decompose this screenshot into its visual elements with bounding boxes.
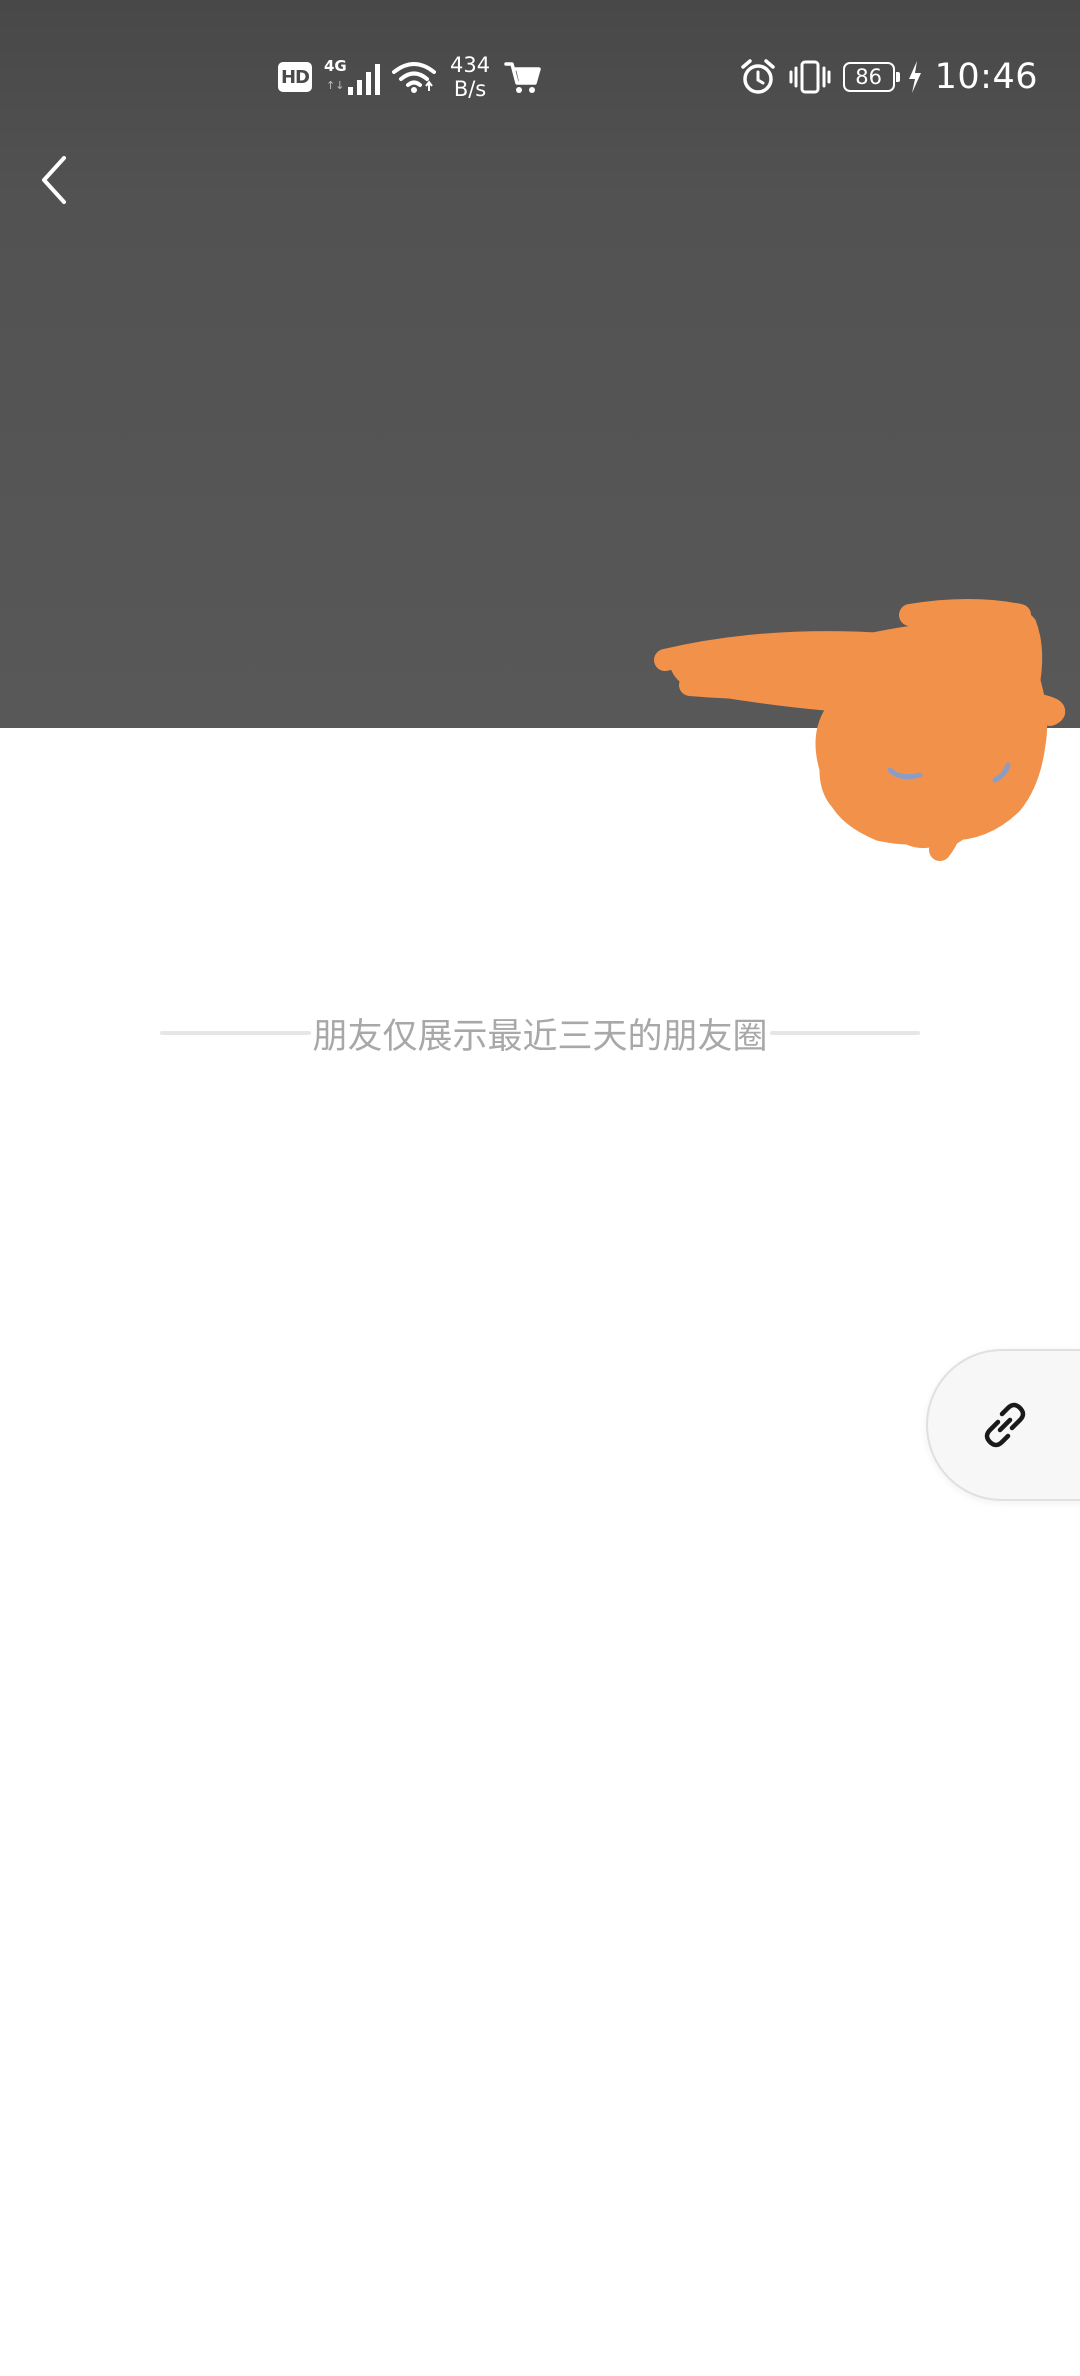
link-floating-button[interactable] <box>926 1349 1080 1501</box>
network-speed-unit: B/s <box>453 77 487 101</box>
link-icon <box>984 1402 1026 1448</box>
divider-left <box>160 1031 311 1035</box>
status-left-group: HD 4G ↑↓ 434 B/s <box>278 52 542 102</box>
hd-voice-badge: HD <box>278 62 312 92</box>
battery-indicator: 86 <box>842 62 900 92</box>
status-right-group: 86 10:46 <box>739 52 1038 102</box>
cellular-signal-icon: 4G ↑↓ <box>322 57 382 97</box>
back-button[interactable] <box>26 148 82 212</box>
divider-right <box>769 1031 921 1035</box>
chevron-left-icon <box>42 156 66 204</box>
feed-visibility-notice: 朋友仅展示最近三天的朋友圈 <box>160 1003 921 1063</box>
signal-bars-icon <box>348 64 380 95</box>
charging-bolt-icon <box>908 61 921 93</box>
data-arrows: ↑↓ <box>326 79 345 92</box>
status-time: 10:46 <box>934 57 1038 97</box>
network-speed-value: 434 <box>450 53 491 77</box>
vibrate-icon <box>789 60 831 94</box>
wifi-icon <box>392 62 436 93</box>
status-bar: HD 4G ↑↓ 434 B/s 86 10:46 <box>0 0 1080 150</box>
redaction-scribble <box>654 599 1066 861</box>
network-type-label: 4G <box>324 57 347 75</box>
alarm-icon <box>740 59 775 94</box>
notice-text: 朋友仅展示最近三天的朋友圈 <box>312 1016 768 1057</box>
shopping-cart-icon <box>504 62 541 93</box>
network-speed: 434 B/s <box>450 53 490 101</box>
